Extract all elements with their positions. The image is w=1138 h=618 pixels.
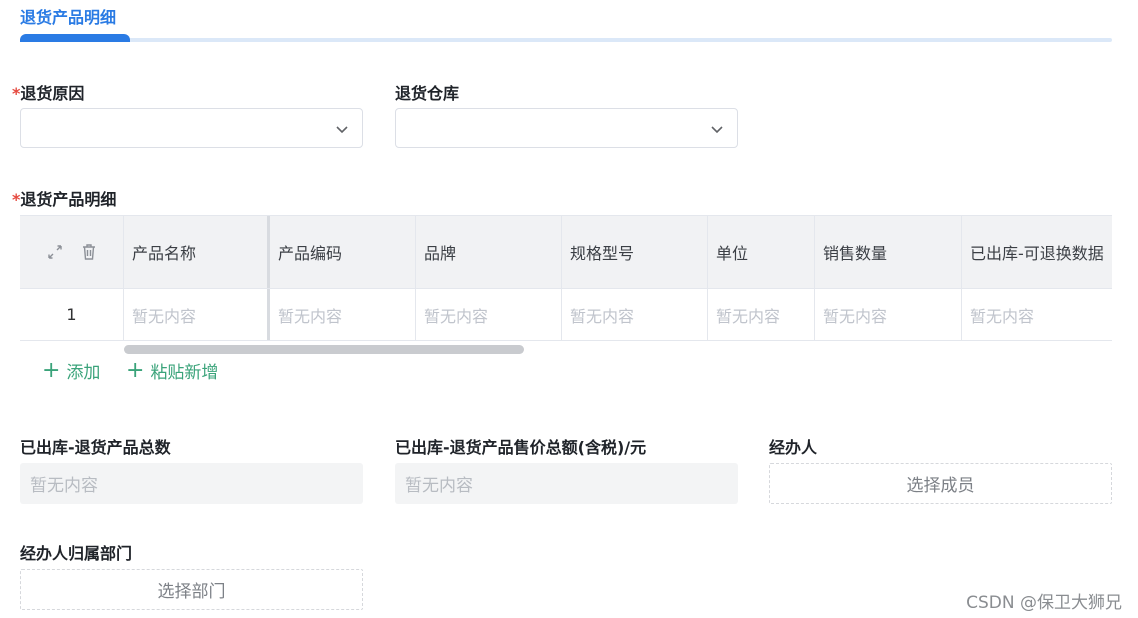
add-row-button[interactable]: + 添加 bbox=[42, 358, 100, 383]
handler-label: 经办人 bbox=[769, 438, 818, 457]
section-tab-title[interactable]: 退货产品明细 bbox=[20, 4, 116, 28]
chevron-down-icon bbox=[711, 126, 723, 134]
table-horizontal-scrollbar[interactable] bbox=[124, 345, 524, 354]
tab-underline-track bbox=[20, 38, 1112, 42]
total-count-field: 暂无内容 bbox=[20, 463, 363, 504]
trash-icon[interactable] bbox=[81, 243, 97, 261]
reason-label-text: 退货原因 bbox=[20, 84, 85, 103]
paste-add-button[interactable]: + 粘贴新增 bbox=[126, 358, 218, 383]
table-cell[interactable]: 暂无内容 bbox=[124, 289, 270, 340]
warehouse-select[interactable] bbox=[395, 108, 738, 148]
total-amount-field: 暂无内容 bbox=[395, 463, 738, 504]
department-label: 经办人归属部门 bbox=[20, 544, 133, 563]
column-header[interactable]: 品牌 bbox=[416, 216, 562, 288]
row-index: 1 bbox=[20, 289, 124, 340]
plus-icon: + bbox=[42, 357, 61, 383]
expand-icon[interactable] bbox=[47, 244, 63, 260]
table-cell[interactable]: 暂无内容 bbox=[562, 289, 708, 340]
table-tools-cell bbox=[20, 216, 124, 288]
reason-select[interactable] bbox=[20, 108, 363, 148]
tab-active-indicator bbox=[20, 34, 130, 42]
table-row: 1 暂无内容 暂无内容 暂无内容 暂无内容 暂无内容 暂无内容 暂无内容 bbox=[20, 288, 1112, 340]
warehouse-label: 退货仓库 bbox=[395, 84, 460, 103]
table-cell[interactable]: 暂无内容 bbox=[270, 289, 416, 340]
chevron-down-icon bbox=[336, 126, 348, 134]
select-department-button[interactable]: 选择部门 bbox=[20, 569, 363, 610]
column-header[interactable]: 规格型号 bbox=[562, 216, 708, 288]
table-cell[interactable]: 暂无内容 bbox=[815, 289, 962, 340]
watermark: CSDN @保卫大狮兄 bbox=[966, 593, 1122, 613]
table-cell[interactable]: 暂无内容 bbox=[416, 289, 562, 340]
column-header[interactable]: 产品编码 bbox=[270, 216, 416, 288]
detail-label: *退货产品明细 bbox=[12, 186, 116, 210]
column-header[interactable]: 单位 bbox=[708, 216, 815, 288]
detail-label-text: 退货产品明细 bbox=[20, 190, 117, 209]
column-header[interactable]: 产品名称 bbox=[124, 216, 270, 288]
total-amount-label: 已出库-退货产品售价总额(含税)/元 bbox=[395, 438, 647, 457]
select-member-button[interactable]: 选择成员 bbox=[769, 463, 1112, 504]
total-count-label: 已出库-退货产品总数 bbox=[20, 438, 171, 457]
reason-label: *退货原因 bbox=[12, 80, 84, 104]
paste-add-label: 粘贴新增 bbox=[150, 363, 219, 383]
column-header[interactable]: 销售数量 bbox=[815, 216, 962, 288]
product-detail-table: 产品名称 产品编码 品牌 规格型号 单位 销售数量 已出库-可退换数据 1 暂无… bbox=[20, 215, 1112, 341]
plus-icon: + bbox=[126, 357, 145, 383]
table-header-row: 产品名称 产品编码 品牌 规格型号 单位 销售数量 已出库-可退换数据 bbox=[20, 216, 1112, 288]
column-header[interactable]: 已出库-可退换数据 bbox=[962, 216, 1112, 288]
table-cell[interactable]: 暂无内容 bbox=[962, 289, 1112, 340]
table-cell[interactable]: 暂无内容 bbox=[708, 289, 815, 340]
add-row-label: 添加 bbox=[66, 363, 101, 383]
